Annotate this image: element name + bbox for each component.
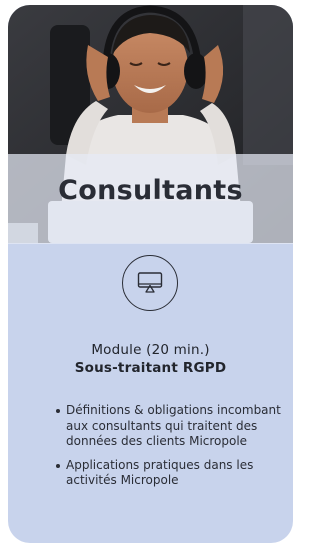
module-card[interactable]: Consultants Module (20 min.) Sous-traita…: [8, 5, 293, 543]
monitor-icon: [137, 272, 163, 293]
bullet-item: Définitions & obligations incombant aux …: [56, 403, 286, 450]
bullet-list: Définitions & obligations incombant aux …: [56, 403, 286, 497]
module-duration: Module (20 min.): [91, 342, 210, 358]
module-subtitle: Sous-traitant RGPD: [74, 360, 227, 376]
bullet-item: Applications pratiques dans les activité…: [56, 458, 286, 489]
monitor-icon-badge: [122, 255, 178, 311]
card-title: Consultants: [58, 175, 243, 206]
